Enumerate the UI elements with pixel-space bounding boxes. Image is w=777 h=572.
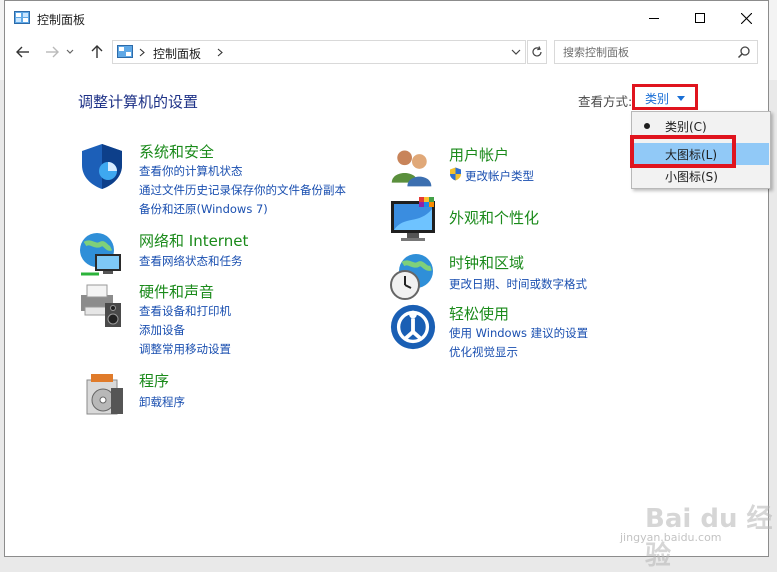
view-by-label: 查看方式: [578,94,633,109]
category-title[interactable]: 轻松使用 [449,303,509,324]
category-link[interactable]: 优化视觉显示 [449,344,518,360]
category-link[interactable]: 添加设备 [139,322,185,338]
watermark-url: jingyan.baidu.com [620,531,722,544]
category-link[interactable]: 通过文件历史记录保存你的文件备份副本 [139,182,346,198]
category-link[interactable]: 使用 Windows 建议的设置 [449,325,588,341]
selected-bullet-icon [644,123,650,129]
chevron-down-icon [66,49,74,54]
category-title[interactable]: 时钟和区域 [449,252,524,273]
category-link[interactable]: 更改帐户类型 [465,168,534,184]
view-by-dropdown[interactable]: 类别 [632,84,698,110]
category-title[interactable]: 网络和 Internet [139,230,248,251]
page-heading: 调整计算机的设置 [78,93,199,111]
programs-disc-icon[interactable] [81,370,131,420]
search-box[interactable] [554,40,758,64]
address-bar[interactable]: 控制面板 [112,40,526,64]
breadcrumb-control-panel[interactable]: 控制面板 [153,45,201,62]
arrow-left-icon [16,46,29,58]
refresh-button[interactable] [527,40,547,64]
maximize-button[interactable] [677,1,723,35]
category-link[interactable]: 更改日期、时间或数字格式 [449,276,587,292]
menu-item-small-icons[interactable]: 小图标(S) [633,165,769,187]
printer-speaker-icon[interactable] [77,281,127,331]
window-title: 控制面板 [37,13,86,27]
monitor-palette-icon[interactable] [389,195,439,245]
up-button[interactable] [86,41,108,63]
caret-down-icon [677,96,685,101]
network-globe-icon[interactable] [77,230,127,280]
users-icon[interactable] [389,144,435,190]
highlight-box [630,135,736,168]
navigation-bar: 控制面板 [5,37,768,67]
forward-button[interactable] [41,41,63,63]
uac-shield-icon [450,167,461,181]
category-link[interactable]: 查看设备和打印机 [139,303,231,319]
category-link[interactable]: 卸载程序 [139,394,185,410]
globe-clock-icon[interactable] [389,252,439,302]
arrow-up-icon [91,45,103,58]
menu-item-category[interactable]: 类别(C) [633,115,769,137]
title-bar: 控制面板 [5,1,768,35]
category-title[interactable]: 硬件和声音 [139,281,214,302]
maximize-icon [695,13,705,23]
category-title[interactable]: 用户帐户 [449,144,509,165]
category-link[interactable]: 查看网络状态和任务 [139,253,243,269]
refresh-icon [532,46,542,57]
category-link[interactable]: 查看你的计算机状态 [139,163,243,179]
close-icon [740,12,752,24]
search-icon[interactable] [737,45,751,59]
close-button[interactable] [723,1,769,35]
back-button[interactable] [12,41,34,63]
view-by-value[interactable]: 类别 [645,90,669,107]
minimize-button[interactable] [631,1,677,35]
search-input[interactable] [555,41,739,63]
control-panel-icon [14,11,30,24]
category-title[interactable]: 系统和安全 [139,141,214,162]
minimize-icon [649,18,659,19]
arrow-right-icon [46,46,59,58]
category-title[interactable]: 程序 [139,370,169,391]
ease-of-access-icon[interactable] [389,303,437,351]
chevron-right-icon[interactable] [217,48,223,57]
chevron-down-icon[interactable] [509,45,523,59]
category-title[interactable]: 外观和个性化 [449,207,539,228]
category-link[interactable]: 备份和还原(Windows 7) [139,201,268,217]
recent-locations-button[interactable] [64,41,76,63]
category-link[interactable]: 调整常用移动设置 [139,341,231,357]
chevron-right-icon [139,48,145,57]
shield-icon[interactable] [77,141,127,191]
control-panel-icon [117,45,133,58]
control-panel-window: 控制面板 控制面板 搜索控制面板 调整计算机的设置 查看方式: 类别 系统和安全… [4,0,769,557]
